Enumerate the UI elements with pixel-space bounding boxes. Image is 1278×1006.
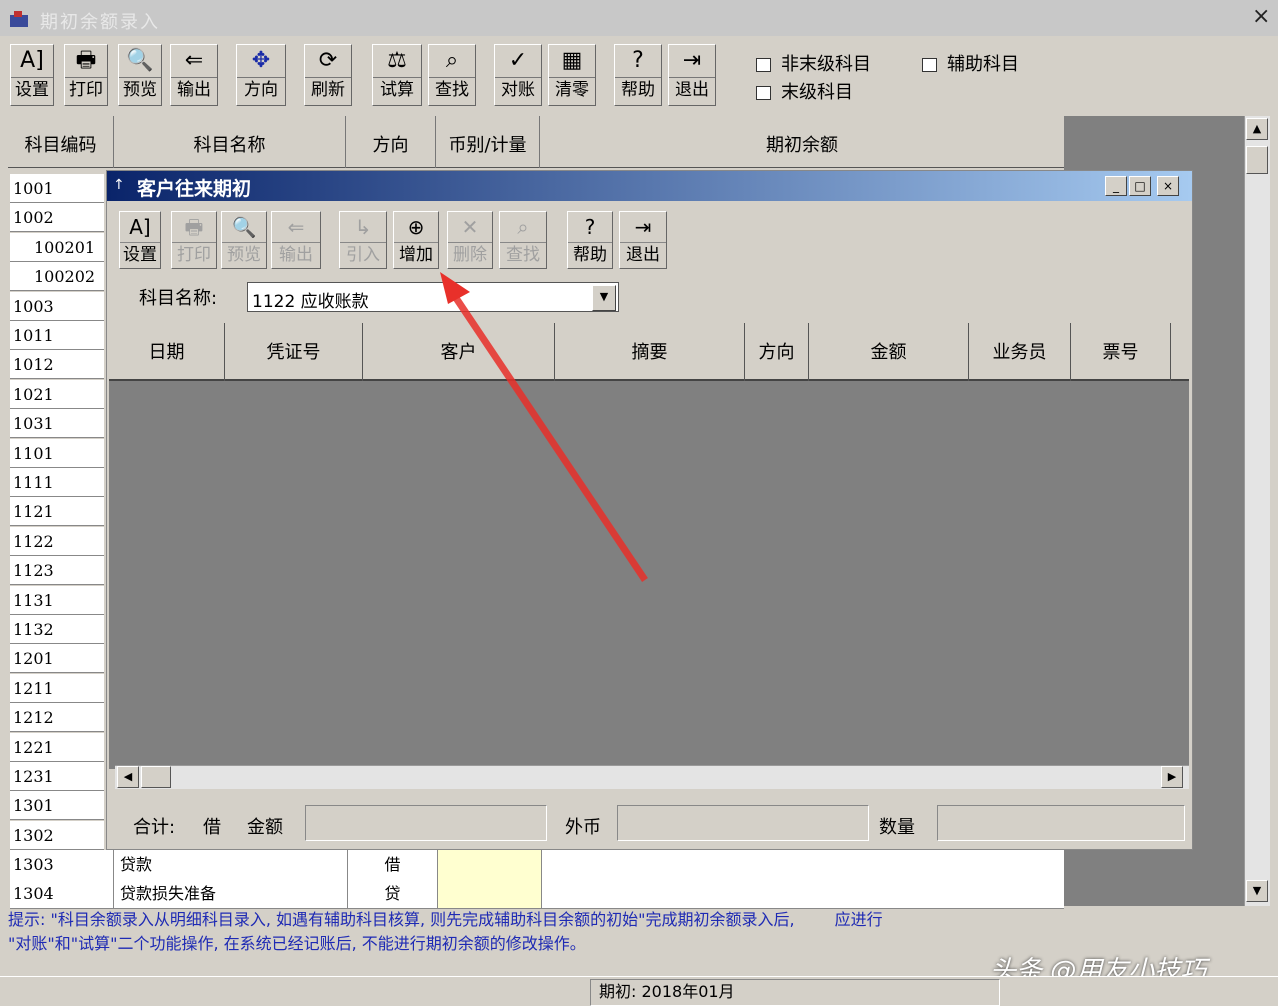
hint-line-1b: 应进行 [834,910,883,929]
hint-text: 提示: "科目余额录入从明细科目录入, 如遇有辅助科目核算, 则先完成辅助科目余… [8,908,1268,956]
status-bar: 期初: 2018年01月 [0,976,1278,1006]
hint-line-1: 提示: "科目余额录入从明细科目录入, 如遇有辅助科目核算, 则先完成辅助科目余… [8,910,795,929]
annotation-arrow [440,272,648,582]
status-period: 期初: 2018年01月 [590,979,1000,1006]
